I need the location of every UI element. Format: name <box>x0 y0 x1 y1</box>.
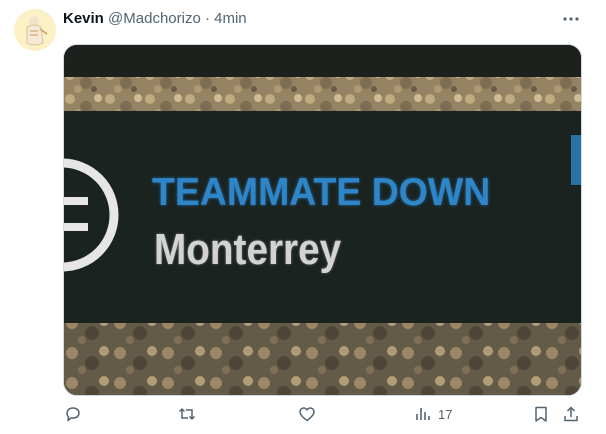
views-button[interactable]: 17 <box>414 403 452 425</box>
author-name[interactable]: Kevin <box>63 10 104 27</box>
repost-button[interactable] <box>178 403 196 425</box>
post-header: Kevin @Madchorizo · 4min <box>63 10 247 28</box>
repost-icon <box>178 407 196 421</box>
views-count: 17 <box>438 406 453 422</box>
post-media[interactable]: TEAMMATE DOWN Monterrey <box>63 44 582 396</box>
action-bar: 17 <box>0 403 606 427</box>
media-background <box>64 45 581 395</box>
post-time[interactable]: 4min <box>214 10 247 27</box>
share-icon <box>564 406 578 422</box>
bookmark-button[interactable] <box>532 403 550 425</box>
reply-icon <box>66 407 80 422</box>
reply-button[interactable] <box>64 403 82 425</box>
separator: · <box>204 10 210 27</box>
views-icon <box>416 408 430 420</box>
avatar-image <box>14 9 56 51</box>
location-text: Monterrey <box>154 225 342 274</box>
teammate-down-text: TEAMMATE DOWN <box>152 171 491 214</box>
more-icon <box>563 17 579 21</box>
avatar[interactable] <box>14 9 56 51</box>
like-button[interactable] <box>298 403 316 425</box>
author-handle[interactable]: @Madchorizo <box>108 10 201 27</box>
more-options-button[interactable] <box>560 10 582 28</box>
bookmark-icon <box>535 406 547 422</box>
like-icon <box>299 407 315 422</box>
share-button[interactable] <box>562 403 580 425</box>
